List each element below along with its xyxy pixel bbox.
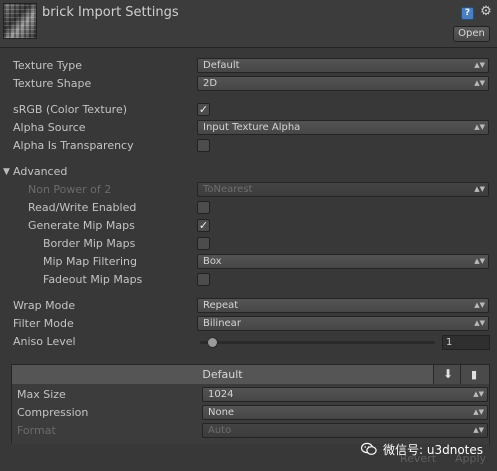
aniso-level-field[interactable]: 1	[442, 335, 490, 350]
texture-thumbnail	[3, 3, 37, 39]
mip-map-filtering-value: Box	[203, 256, 222, 267]
format-label: Format	[17, 424, 56, 437]
aniso-level-slider-thumb[interactable]	[207, 337, 218, 348]
gear-icon[interactable]: ⚙	[479, 5, 493, 19]
alpha-transparency-checkbox[interactable]	[197, 139, 210, 152]
inspector-header: brick Import Settings ? ⚙ Open	[0, 0, 497, 48]
wechat-icon	[361, 442, 377, 455]
android-icon[interactable]: ▮	[462, 365, 486, 384]
dropdown-arrow-icon: ▲▼	[473, 426, 484, 434]
aniso-level-label: Aniso Level	[13, 335, 76, 348]
texture-type-label: Texture Type	[13, 59, 83, 72]
srgb-checkbox[interactable]: ✓	[197, 103, 210, 116]
dropdown-arrow-icon: ▲▼	[474, 79, 485, 87]
non-power-of-2-label: Non Power of 2	[28, 183, 112, 196]
srgb-label: sRGB (Color Texture)	[13, 103, 128, 116]
texture-shape-label: Texture Shape	[13, 77, 92, 90]
format-value: Auto	[208, 425, 232, 436]
dropdown-arrow-icon: ▲▼	[474, 61, 485, 69]
non-power-of-2-dropdown: ToNearest ▲▼	[197, 182, 489, 197]
watermark: 微信号: u3dnotes	[361, 440, 483, 460]
alpha-transparency-label: Alpha Is Transparency	[13, 139, 134, 152]
dropdown-arrow-icon: ▲▼	[474, 301, 485, 309]
compression-value: None	[208, 407, 235, 418]
filter-mode-dropdown[interactable]: Bilinear ▲▼	[197, 316, 489, 331]
platform-tab-bar: Default ⬇ ▮	[11, 364, 490, 385]
border-mip-maps-label: Border Mip Maps	[43, 237, 136, 250]
alpha-source-dropdown[interactable]: Input Texture Alpha ▲▼	[197, 120, 489, 135]
read-write-label: Read/Write Enabled	[28, 201, 137, 214]
check-icon: ✓	[198, 103, 209, 116]
format-dropdown: Auto ▲▼	[202, 423, 488, 438]
texture-type-value: Default	[203, 60, 240, 71]
alpha-source-value: Input Texture Alpha	[203, 122, 301, 133]
compression-label: Compression	[17, 406, 89, 419]
alpha-source-label: Alpha Source	[13, 121, 86, 134]
wrap-mode-value: Repeat	[203, 300, 239, 311]
check-icon: ✓	[198, 219, 209, 232]
mip-map-filtering-dropdown[interactable]: Box ▲▼	[197, 254, 489, 269]
fadeout-mip-maps-label: Fadeout Mip Maps	[43, 273, 143, 286]
dropdown-arrow-icon: ▲▼	[473, 390, 484, 398]
dropdown-arrow-icon: ▲▼	[473, 408, 484, 416]
texture-shape-dropdown[interactable]: 2D ▲▼	[197, 76, 489, 91]
mip-map-filtering-label: Mip Map Filtering	[43, 255, 137, 268]
wrap-mode-dropdown[interactable]: Repeat ▲▼	[197, 298, 489, 313]
aniso-level-slider-track[interactable]	[200, 341, 435, 344]
dropdown-arrow-icon: ▲▼	[474, 319, 485, 327]
download-icon[interactable]: ⬇	[436, 365, 461, 384]
fadeout-mip-maps-checkbox[interactable]	[197, 273, 210, 286]
advanced-foldout-label[interactable]: Advanced	[13, 165, 67, 178]
foldout-arrow-icon[interactable]: ▼	[3, 167, 10, 177]
max-size-label: Max Size	[17, 388, 66, 401]
non-power-of-2-value: ToNearest	[203, 184, 253, 195]
texture-shape-value: 2D	[203, 78, 218, 89]
max-size-dropdown[interactable]: 1024 ▲▼	[202, 387, 488, 402]
read-write-checkbox[interactable]	[197, 201, 210, 214]
wrap-mode-label: Wrap Mode	[13, 299, 76, 312]
filter-mode-value: Bilinear	[203, 318, 241, 329]
inspector-title: brick Import Settings	[42, 5, 179, 20]
watermark-text: 微信号: u3dnotes	[383, 443, 484, 457]
open-button[interactable]: Open	[453, 26, 490, 42]
generate-mip-maps-label: Generate Mip Maps	[28, 219, 135, 232]
max-size-value: 1024	[208, 389, 234, 400]
help-icon[interactable]: ?	[461, 7, 474, 20]
dropdown-arrow-icon: ▲▼	[474, 257, 485, 265]
tab-default[interactable]: Default	[12, 365, 434, 384]
header-divider	[0, 47, 497, 48]
border-mip-maps-checkbox[interactable]	[197, 237, 210, 250]
dropdown-arrow-icon: ▲▼	[474, 185, 485, 193]
compression-dropdown[interactable]: None ▲▼	[202, 405, 488, 420]
generate-mip-maps-checkbox[interactable]: ✓	[197, 219, 210, 232]
texture-type-dropdown[interactable]: Default ▲▼	[197, 58, 489, 73]
filter-mode-label: Filter Mode	[13, 317, 74, 330]
dropdown-arrow-icon: ▲▼	[474, 123, 485, 131]
